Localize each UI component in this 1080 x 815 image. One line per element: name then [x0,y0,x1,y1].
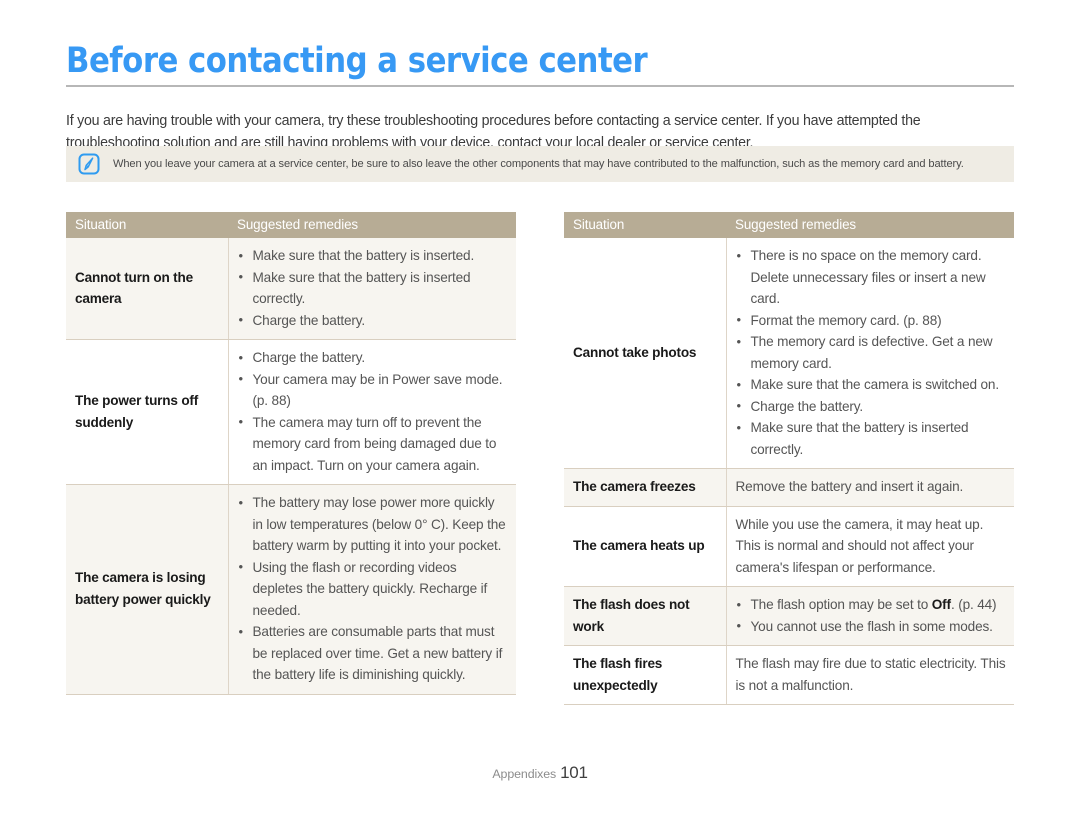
remedy-list: There is no space on the memory card. De… [736,245,1007,460]
remedy-item: You cannot use the flash in some modes. [736,615,1007,638]
note-pen-icon [77,152,101,176]
table-body-left: Cannot turn on the cameraMake sure that … [66,238,516,695]
remedy-list: Make sure that the battery is inserted.M… [238,245,509,331]
footer-page-number: 101 [560,763,588,782]
column-header-situation: Situation [66,212,228,238]
remedy-text: Remove the battery and insert it again. [735,479,964,494]
column-header-situation: Situation [564,212,726,238]
table-body-right: Cannot take photosThere is no space on t… [564,238,1014,705]
remedy-list: The flash option may be set to Off. (p. … [736,594,1007,637]
cell-remedies: While you use the camera, it may heat up… [726,506,1014,587]
remedy-item: Make sure that the battery is inserted c… [238,266,509,310]
troubleshooting-table-left: Situation Suggested remedies Cannot turn… [66,212,516,695]
note-box: When you leave your camera at a service … [66,146,1014,182]
cell-situation: The camera freezes [564,468,727,507]
table-row: The flash fires unexpectedly The flash ma… [564,645,1014,705]
remedy-item: Using the flash or recording videos depl… [238,556,509,622]
document-page: Before contacting a service center If yo… [0,0,1080,815]
table-row: The camera freezes Remove the battery and… [564,468,1014,507]
page-title: Before contacting a service center [66,41,648,81]
table-row: The flash does not work The flash option … [564,586,1014,646]
table-row: Cannot take photosThere is no space on t… [564,238,1014,469]
cell-remedies: Charge the battery.Your camera may be in… [228,339,516,485]
cell-situation: The camera heats up [564,506,727,587]
column-header-remedies: Suggested remedies [228,212,516,238]
cell-situation: Cannot take photos [564,238,727,469]
cell-remedies: The flash may fire due to static electri… [726,645,1014,705]
cell-remedies: The flash option may be set to Off. (p. … [726,586,1014,646]
table-row: Cannot turn on the cameraMake sure that … [66,238,516,340]
page-footer: Appendixes 101 [0,763,1080,783]
remedy-text: While you use the camera, it may heat up… [735,516,984,575]
cell-situation: The flash does not work [564,586,727,646]
remedy-item: Batteries are consumable parts that must… [238,621,509,686]
cell-remedies: Remove the battery and insert it again. [726,468,1014,507]
cell-situation: The camera is losing battery power quick… [66,484,229,695]
note-text: When you leave your camera at a service … [113,158,964,170]
remedy-text: The flash may fire due to static electri… [735,656,1006,693]
remedy-list: The battery may lose power more quickly … [238,492,509,686]
table-header-row: Situation Suggested remedies [564,212,1014,238]
title-block: Before contacting a service center [66,41,1014,87]
remedy-item: Charge the battery. [736,395,1007,418]
remedy-item: The camera may turn off to prevent the m… [238,411,509,477]
remedy-item: Make sure that the battery is inserted c… [736,417,1007,460]
remedy-item: The memory card is defective. Get a new … [736,331,1007,374]
cell-remedies: The battery may lose power more quickly … [228,484,516,695]
remedy-item: Your camera may be in Power save mode. (… [238,368,509,412]
cell-remedies: Make sure that the battery is inserted.M… [228,238,516,340]
table-row: The power turns off suddenlyCharge the b… [66,339,516,485]
remedy-item: Make sure that the battery is inserted. [238,245,509,267]
table-header-row: Situation Suggested remedies [66,212,516,238]
title-divider [66,84,1014,87]
remedy-item: Charge the battery. [238,347,509,369]
remedy-item: Charge the battery. [238,309,509,332]
remedy-list: Charge the battery.Your camera may be in… [238,347,509,476]
footer-section-label: Appendixes [492,767,557,781]
remedy-item: There is no space on the memory card. De… [736,245,1007,310]
table-row: The camera heats up While you use the cam… [564,506,1014,587]
remedy-item: The battery may lose power more quickly … [238,492,509,557]
table-row: The camera is losing battery power quick… [66,484,516,695]
cell-situation: The power turns off suddenly [66,339,229,485]
cell-remedies: There is no space on the memory card. De… [726,238,1014,469]
remedy-item: Format the memory card. (p. 88) [736,309,1007,332]
troubleshooting-table-right: Situation Suggested remedies Cannot take… [564,212,1014,705]
remedy-item: Make sure that the camera is switched on… [736,374,1007,396]
cell-situation: Cannot turn on the camera [66,238,229,340]
remedy-item: The flash option may be set to Off. (p. … [736,594,1007,616]
column-header-remedies: Suggested remedies [726,212,1014,238]
cell-situation: The flash fires unexpectedly [564,645,727,705]
